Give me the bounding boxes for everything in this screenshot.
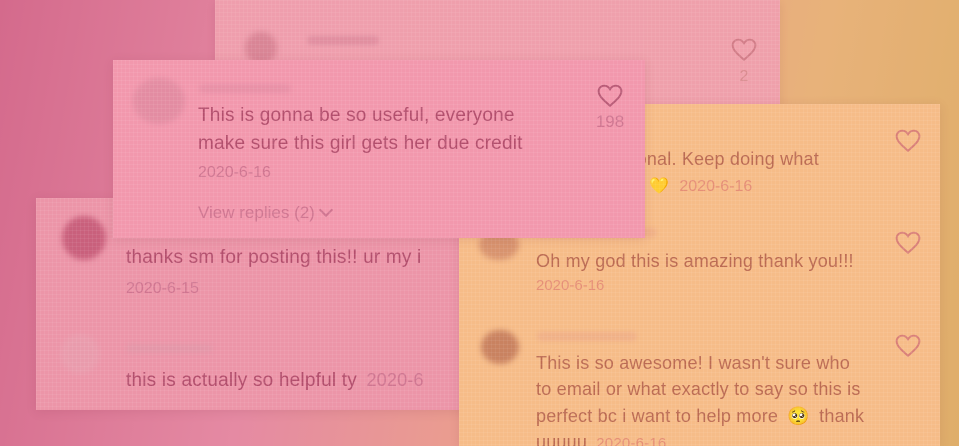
- comment-date: 2020-6: [366, 370, 424, 390]
- heart-icon[interactable]: [731, 38, 757, 62]
- view-replies-label: View replies (2): [198, 203, 315, 222]
- avatar[interactable]: [60, 334, 100, 374]
- like-count: 198: [595, 112, 625, 131]
- comment-card-front: This is gonna be so useful, everyone mak…: [113, 60, 645, 238]
- comment-text: make sure this girl gets her due credit: [198, 133, 523, 154]
- username-blurred[interactable]: [307, 36, 379, 45]
- heart-emoji: 💛: [649, 178, 669, 195]
- username-blurred[interactable]: [537, 332, 637, 341]
- comment-date: 2020-6-16: [198, 164, 271, 181]
- comment-text: ational. Keep doing what: [617, 149, 819, 169]
- heart-icon[interactable]: [597, 84, 623, 108]
- comment-text: thanks sm for posting this!! ur my i: [126, 247, 422, 268]
- comment-body: uuuuu: [536, 432, 588, 446]
- comment-body: thank: [819, 406, 865, 426]
- like-count: 2: [739, 68, 749, 85]
- comment-date: 2020-6-15: [126, 280, 199, 297]
- heart-icon[interactable]: [895, 129, 921, 153]
- comment-text: uuuuu 2020-6-16: [536, 428, 666, 446]
- comment-text: This is gonna be so useful, everyone: [198, 105, 515, 126]
- comment-text: this is actually so helpful ty 2020-6: [126, 366, 424, 395]
- comment-text: Oh my god this is amazing thank you!!!: [536, 251, 854, 271]
- username-blurred[interactable]: [126, 344, 212, 353]
- avatar[interactable]: [62, 216, 106, 260]
- comment-body: perfect bc i want to help more: [536, 406, 779, 426]
- comment-text: perfect bc i want to help more 🥺 thank: [536, 402, 864, 430]
- heart-icon[interactable]: [895, 334, 921, 358]
- avatar[interactable]: [133, 78, 185, 124]
- comment-text: This is so awesome! I wasn't sure who: [536, 353, 850, 373]
- username-blurred[interactable]: [199, 84, 291, 93]
- comment-text: to email or what exactly to say so this …: [536, 379, 861, 399]
- avatar[interactable]: [481, 330, 519, 364]
- heart-icon[interactable]: [895, 231, 921, 255]
- comment-date: 2020-6-16: [679, 178, 753, 195]
- view-replies-link[interactable]: View replies (2): [198, 202, 333, 223]
- comment-body: this is actually so helpful ty: [126, 370, 357, 391]
- comment-date: 2020-6-16: [596, 435, 667, 446]
- comment-date: 2020-6-16: [536, 277, 605, 294]
- pleading-emoji: 🥺: [787, 406, 810, 426]
- comment-meta: 💛 2020-6-16: [649, 176, 752, 196]
- chevron-down-icon: [318, 202, 333, 218]
